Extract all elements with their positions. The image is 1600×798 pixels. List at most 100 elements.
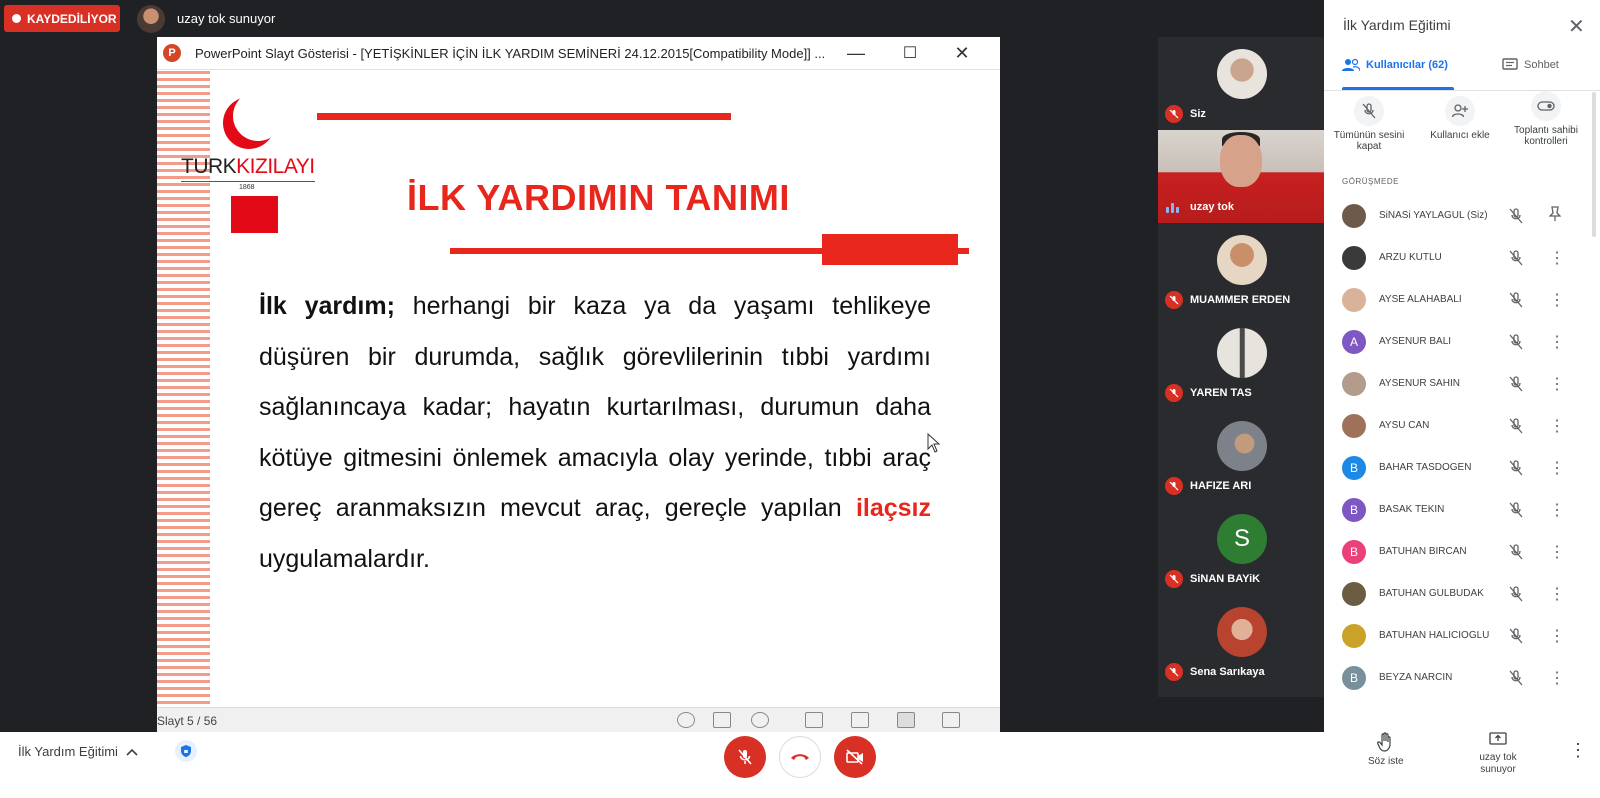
participant-row[interactable]: ARZU KUTLU ⋮ [1324, 237, 1600, 279]
mic-off-icon[interactable] [1509, 544, 1523, 560]
mic-off-icon[interactable] [1509, 418, 1523, 434]
participant-more-icon[interactable]: ⋮ [1549, 626, 1565, 646]
participant-more-icon[interactable]: ⋮ [1549, 374, 1565, 394]
participant-row[interactable]: AYSE ALAHABALI ⋮ [1324, 279, 1600, 321]
hang-up-icon [791, 754, 809, 760]
raise-hand-button[interactable]: Söz iste [1368, 732, 1404, 768]
mic-off-icon[interactable] [1509, 208, 1523, 224]
action-label: Tümünün sesini kapat [1333, 130, 1405, 152]
section-label: GÖRÜŞMEDE [1342, 177, 1399, 186]
participant-name: BEYZA NARCIN [1379, 672, 1453, 683]
slideshow-view-icon[interactable] [942, 712, 960, 728]
camera-toggle-button[interactable] [834, 736, 876, 778]
mic-off-icon [738, 749, 752, 765]
security-shield-icon[interactable] [175, 740, 197, 762]
participant-row[interactable]: B BAHAR TASDOGEN ⋮ [1324, 447, 1600, 489]
close-window-button[interactable]: ✕ [949, 41, 975, 65]
participant-more-icon[interactable]: ⋮ [1549, 458, 1565, 478]
previous-slide-icon[interactable] [677, 712, 695, 728]
minimize-button[interactable]: — [843, 41, 869, 65]
pin-icon[interactable] [1548, 206, 1562, 227]
microphone-toggle-button[interactable] [724, 736, 766, 778]
menu-icon[interactable] [713, 712, 731, 728]
participant-name: AYSENUR BALI [1379, 336, 1452, 347]
action-label: Toplantı sahibi kontrolleri [1514, 125, 1578, 147]
meeting-details-button[interactable]: İlk Yardım Eğitimi [18, 744, 138, 759]
tile-muammer-erden[interactable]: MUAMMER ERDEN [1158, 223, 1324, 316]
tile-sinan-bayik[interactable]: S SiNAN BAYiK [1158, 502, 1324, 595]
tile-name: Siz [1190, 108, 1206, 120]
participant-row[interactable]: B BASAK TEKIN ⋮ [1324, 489, 1600, 531]
presenting-button[interactable]: uzay tok sunuyor [1474, 732, 1522, 776]
participant-row[interactable]: B BATUHAN BIRCAN ⋮ [1324, 531, 1600, 573]
tile-uzay-tok-video[interactable]: uzay tok [1158, 130, 1324, 223]
bottom-bar: İlk Yardım Eğitimi Söz iste uzay tok sun… [0, 732, 1600, 798]
participant-row[interactable]: AYSENUR SAHIN ⋮ [1324, 363, 1600, 405]
mic-off-icon[interactable] [1509, 460, 1523, 476]
more-options-icon[interactable]: ⋮ [1569, 740, 1587, 761]
speaking-indicator-icon [1166, 203, 1179, 213]
mic-off-icon[interactable] [1509, 334, 1523, 350]
participant-more-icon[interactable]: ⋮ [1549, 584, 1565, 604]
chevron-up-icon [126, 748, 138, 756]
next-slide-icon[interactable] [751, 712, 769, 728]
mic-off-icon[interactable] [1509, 628, 1523, 644]
slide-sorter-icon[interactable] [851, 712, 869, 728]
decorative-top-line [317, 113, 731, 120]
participant-name: SiNASi YAYLAGUL (Siz) [1379, 210, 1488, 221]
mic-off-icon [1165, 384, 1183, 402]
mic-off-icon[interactable] [1509, 586, 1523, 602]
tile-hafize-ari[interactable]: HAFIZE ARI [1158, 409, 1324, 502]
mic-off-icon[interactable] [1509, 502, 1523, 518]
participant-more-icon[interactable]: ⋮ [1549, 332, 1565, 352]
add-user-button[interactable]: Kullanıcı ekle [1415, 96, 1505, 141]
participant-more-icon[interactable]: ⋮ [1549, 416, 1565, 436]
body-term: İlk yardım; [259, 292, 395, 320]
panel-scrollbar[interactable] [1592, 92, 1596, 237]
participant-avatar [1342, 414, 1366, 438]
kizilay-logo-text: TURKKIZILAYI [181, 155, 321, 179]
close-panel-button[interactable]: ✕ [1568, 14, 1585, 39]
participant-avatar [1342, 204, 1366, 228]
mic-off-icon [1165, 105, 1183, 123]
participant-row[interactable]: BATUHAN GULBUDAK ⋮ [1324, 573, 1600, 615]
reading-view-icon[interactable] [897, 712, 915, 728]
participant-more-icon[interactable]: ⋮ [1549, 248, 1565, 268]
participant-row[interactable]: AYSU CAN ⋮ [1324, 405, 1600, 447]
participant-name: AYSENUR SAHIN [1379, 378, 1460, 389]
mic-off-icon[interactable] [1509, 670, 1523, 686]
tab-chat[interactable]: Sohbet [1502, 58, 1559, 72]
participant-row[interactable]: SiNASi YAYLAGUL (Siz) [1324, 195, 1600, 237]
slide-counter: Slayt 5 / 56 [157, 714, 218, 728]
participant-name: BATUHAN BIRCAN [1379, 546, 1467, 557]
tile-yaren-tas[interactable]: YAREN TAS [1158, 316, 1324, 409]
participant-row[interactable]: A AYSENUR BALI ⋮ [1324, 321, 1600, 363]
avatar [1217, 421, 1267, 471]
slide-body: İlk yardım; herhangi bir kaza ya da yaşa… [259, 281, 931, 584]
avatar [1217, 235, 1267, 285]
tile-name: SiNAN BAYiK [1190, 573, 1261, 585]
window-titlebar: P PowerPoint Slayt Gösterisi - [YETİŞKİN… [157, 37, 1000, 70]
participant-row[interactable]: B BEYZA NARCIN ⋮ [1324, 657, 1600, 699]
participant-avatar: B [1342, 498, 1366, 522]
participant-more-icon[interactable]: ⋮ [1549, 290, 1565, 310]
mute-all-button[interactable]: Tümünün sesini kapat [1324, 96, 1414, 152]
maximize-button[interactable]: ☐ [897, 41, 923, 65]
panel-title: İlk Yardım Eğitimi [1343, 17, 1451, 33]
participant-row[interactable]: BATUHAN HALICIOGLU ⋮ [1324, 615, 1600, 657]
participant-more-icon[interactable]: ⋮ [1549, 542, 1565, 562]
hang-up-button[interactable] [779, 736, 821, 778]
tile-sena-sarikaya[interactable]: Sena Sarıkaya [1158, 595, 1324, 688]
tile-siz[interactable]: Siz [1158, 37, 1324, 130]
participant-avatar: A [1342, 330, 1366, 354]
normal-view-icon[interactable] [805, 712, 823, 728]
tab-users[interactable]: Kullanıcılar (62) [1342, 58, 1448, 72]
mic-off-icon[interactable] [1509, 250, 1523, 266]
participant-more-icon[interactable]: ⋮ [1549, 668, 1565, 688]
mic-off-icon[interactable] [1509, 292, 1523, 308]
logo-year: 1868 [239, 184, 255, 191]
decorative-block [822, 234, 958, 265]
host-controls-button[interactable]: Toplantı sahibi kontrolleri [1501, 91, 1591, 147]
participant-more-icon[interactable]: ⋮ [1549, 500, 1565, 520]
mic-off-icon[interactable] [1509, 376, 1523, 392]
